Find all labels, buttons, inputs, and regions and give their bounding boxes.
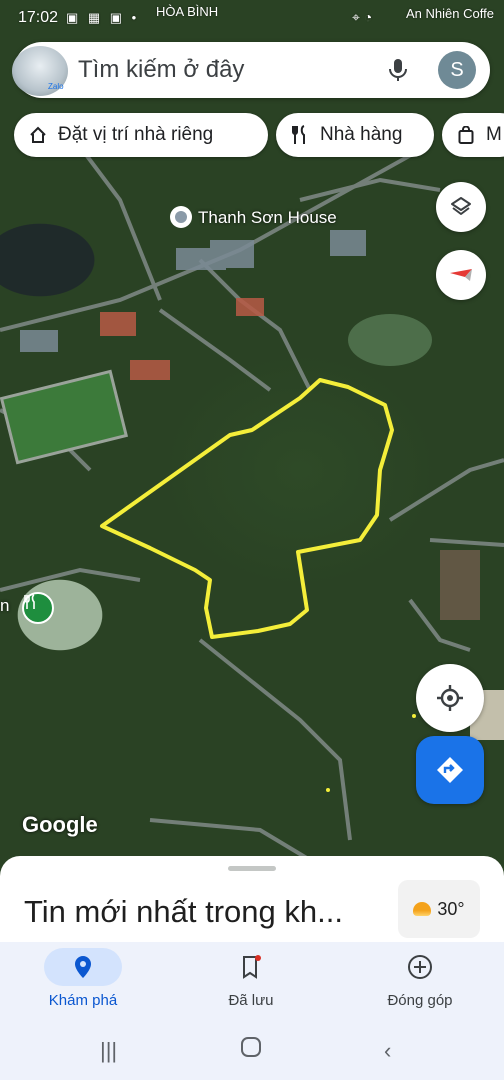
map-place-label-right: An Nhiên Coffe	[406, 6, 494, 21]
home-button-icon[interactable]	[240, 1036, 262, 1064]
nav-contribute-label: Đóng góp	[387, 992, 453, 1009]
explore-pin-icon	[44, 948, 122, 986]
nav-saved[interactable]: Đã lưu	[176, 948, 326, 1020]
nav-contribute[interactable]: Đóng góp	[345, 948, 495, 1020]
bookmark-icon	[212, 948, 290, 986]
chip-restaurants[interactable]: Nhà hàng	[276, 113, 434, 157]
sheet-headline[interactable]: Tin mới nhất trong kh...	[24, 894, 343, 930]
directions-button[interactable]	[416, 736, 484, 804]
sheet-drag-handle[interactable]	[228, 866, 276, 871]
back-icon[interactable]: ‹	[384, 1038, 391, 1064]
nav-explore[interactable]: Khám phá	[8, 948, 158, 1020]
compass-icon	[450, 269, 472, 281]
notification-icons: ▣ ▦ ▣ •	[66, 10, 140, 25]
search-bar[interactable]: Tìm kiếm ở đây S	[12, 42, 490, 98]
my-location-button[interactable]	[416, 664, 484, 732]
restaurant-icon	[290, 125, 310, 145]
chip-label: M	[486, 124, 502, 145]
chip-shopping[interactable]: M	[442, 113, 504, 157]
status-bar: 17:02 ▣ ▦ ▣ • HÒA BÌNH ⌖ ◔ An Nhiên Coff…	[0, 0, 504, 34]
weather-chip[interactable]: 30°	[398, 880, 480, 938]
restaurant-label[interactable]: n	[0, 596, 9, 616]
directions-icon	[437, 757, 463, 783]
nav-saved-label: Đã lưu	[228, 992, 274, 1009]
poi-label[interactable]: Thanh Sơn House	[198, 208, 337, 228]
weather-icon	[413, 902, 432, 916]
chip-label: Đặt vị trí nhà riêng	[58, 124, 214, 145]
profile-avatar[interactable]: S	[438, 51, 476, 89]
poi-pin-icon[interactable]	[170, 206, 192, 228]
restaurant-pin-icon[interactable]	[22, 592, 54, 624]
weather-temperature: 30°	[437, 898, 465, 919]
compass-button[interactable]	[436, 250, 486, 300]
add-circle-icon	[381, 948, 459, 986]
nav-explore-label: Khám phá	[48, 992, 118, 1009]
layers-button[interactable]	[436, 182, 486, 232]
system-navigation-bar: ||| ‹	[0, 1024, 504, 1080]
google-attribution: Google	[22, 812, 98, 837]
recent-apps-icon[interactable]: |||	[100, 1038, 117, 1064]
shopping-bag-icon	[456, 125, 476, 145]
chip-label: Nhà hàng	[320, 124, 403, 145]
map-place-label-left: HÒA BÌNH	[156, 4, 219, 19]
chip-set-home[interactable]: Đặt vị trí nhà riêng	[14, 113, 268, 157]
microphone-icon[interactable]	[386, 57, 410, 83]
status-time: 17:02	[18, 9, 59, 26]
bottom-navigation: Khám phá Đã lưu Đóng góp	[0, 942, 504, 1024]
home-icon	[28, 125, 48, 145]
layers-icon	[451, 197, 471, 215]
zalo-badge: Zalo	[48, 82, 64, 91]
search-placeholder[interactable]: Tìm kiếm ở đây	[78, 56, 244, 84]
location-wifi-icons: ⌖ ◔	[352, 9, 373, 25]
crosshair-icon	[437, 685, 463, 711]
